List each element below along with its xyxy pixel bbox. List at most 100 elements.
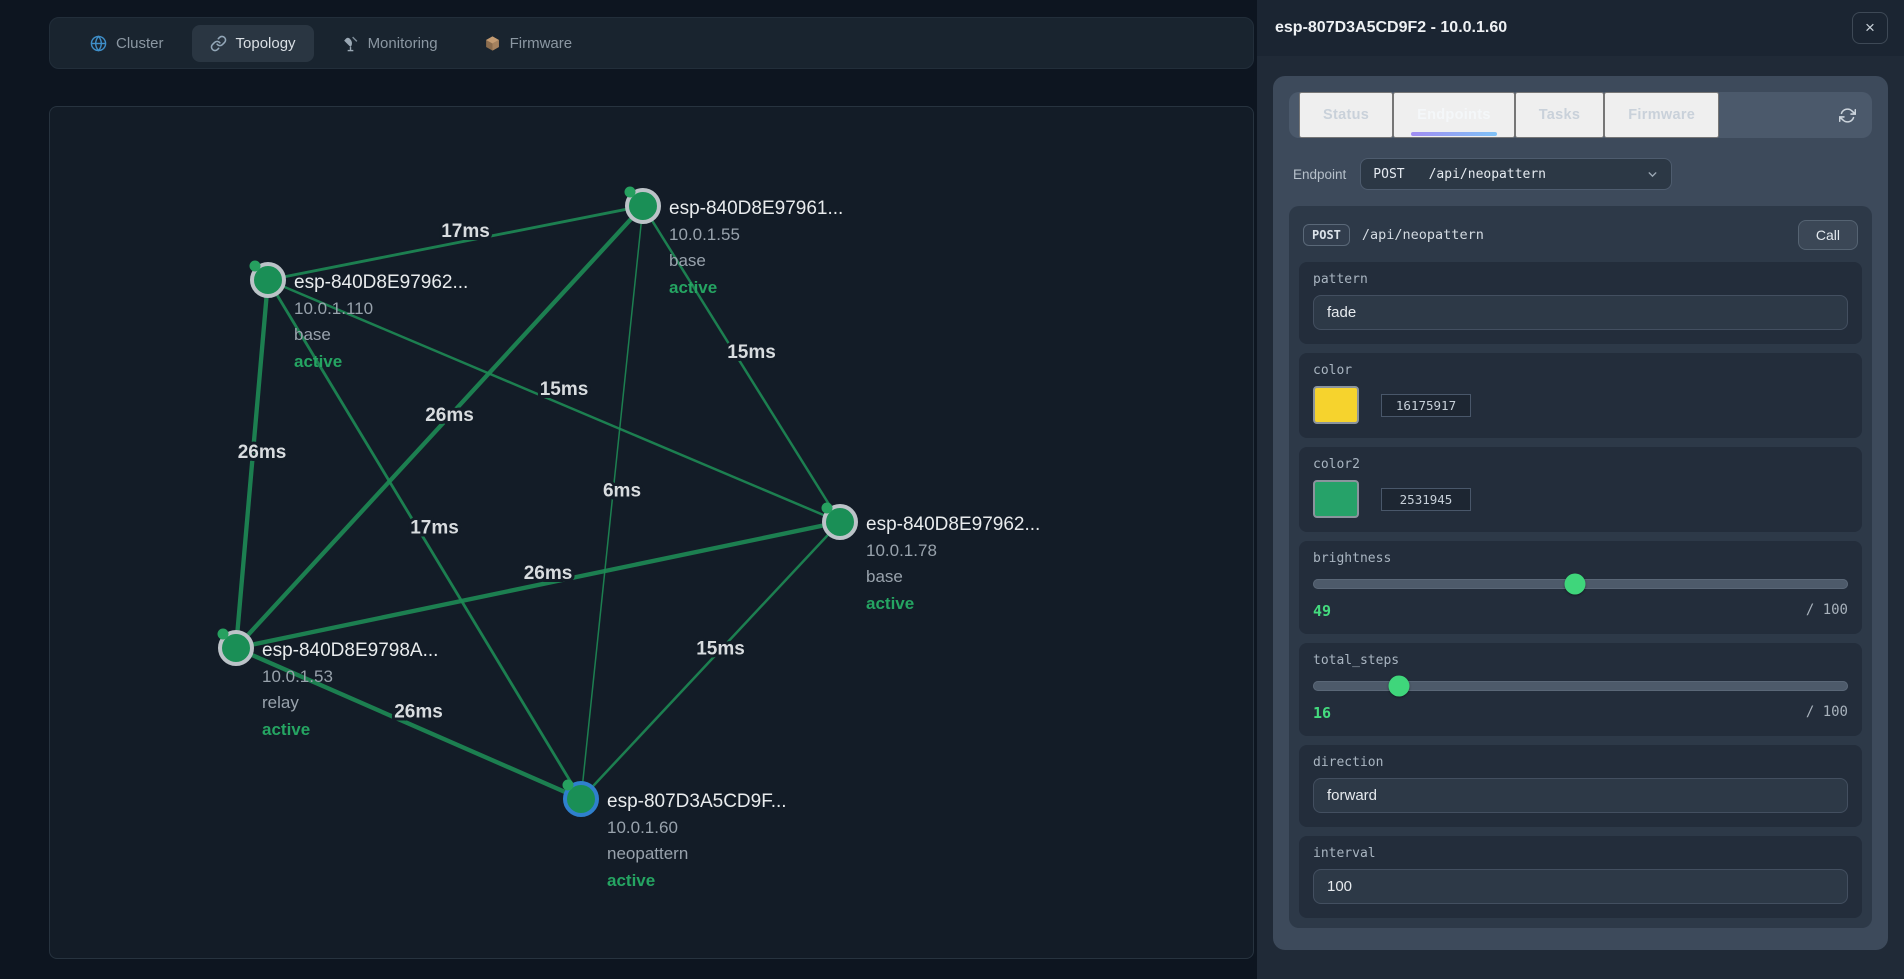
globe-icon <box>90 35 107 52</box>
node-dot <box>250 261 261 272</box>
field-card-brightness: brightness 49 / 100 <box>1299 541 1862 634</box>
panel-header: esp-807D3A5CD9F2 - 10.0.1.60 × <box>1257 0 1904 56</box>
field-label: pattern <box>1313 272 1848 287</box>
edge-latency-label: 15ms <box>727 342 776 363</box>
node-name: esp-840D8E97961... <box>669 198 843 219</box>
refresh-button[interactable] <box>1832 100 1862 130</box>
color-swatch[interactable] <box>1313 480 1359 518</box>
endpoint-selector-row: Endpoint POST /api/neopattern <box>1293 158 1868 190</box>
edge-latency-label: 6ms <box>603 481 641 502</box>
node-status: active <box>607 871 655 890</box>
node-status: active <box>294 352 342 371</box>
panel-title: esp-807D3A5CD9F2 - 10.0.1.60 <box>1275 19 1507 37</box>
field-card-pattern: pattern fade <box>1299 262 1862 344</box>
node-ip: 10.0.1.110 <box>294 299 373 318</box>
slider[interactable] <box>1313 676 1848 696</box>
field-text-input[interactable]: fade <box>1313 295 1848 330</box>
request-header: POST /api/neopattern Call <box>1299 216 1862 262</box>
node-role: base <box>866 567 903 586</box>
node-status: active <box>669 278 717 297</box>
panel-tab-bar: StatusEndpointsTasksFirmware <box>1289 92 1872 138</box>
slider-thumb[interactable] <box>1565 574 1586 595</box>
node-role: base <box>294 325 331 344</box>
slider[interactable] <box>1313 574 1848 594</box>
slider-thumb[interactable] <box>1388 676 1409 697</box>
node-name: esp-807D3A5CD9F... <box>607 791 787 812</box>
color-value-input[interactable]: 16175917 <box>1381 394 1471 417</box>
field-label: total_steps <box>1313 653 1848 668</box>
call-button[interactable]: Call <box>1798 220 1858 250</box>
field-label: interval <box>1313 846 1848 861</box>
request-path: /api/neopattern <box>1362 227 1484 243</box>
endpoint-select-method: POST <box>1373 167 1404 182</box>
field-card-total_steps: total_steps 16 / 100 <box>1299 643 1862 736</box>
panel-body: StatusEndpointsTasksFirmware Endpoint PO… <box>1257 56 1904 970</box>
top-navbar: Cluster Topology Monitoring Firmware <box>49 17 1254 69</box>
endpoint-select[interactable]: POST /api/neopattern <box>1360 158 1672 190</box>
node-role: relay <box>262 693 299 712</box>
edge-latency-label: 15ms <box>540 379 589 400</box>
node-ip: 10.0.1.78 <box>866 541 937 560</box>
topology-graph: 17ms15ms26ms6ms15ms26ms17ms26ms15ms26mse… <box>50 107 1254 959</box>
endpoint-select-path: /api/neopattern <box>1429 167 1546 182</box>
close-button[interactable]: × <box>1852 12 1888 44</box>
panel-content-card: StatusEndpointsTasksFirmware Endpoint PO… <box>1273 76 1888 950</box>
node-name: esp-840D8E97962... <box>866 514 1040 535</box>
node-dot <box>563 780 574 791</box>
node-role: neopattern <box>607 844 688 863</box>
node-dot <box>625 187 636 198</box>
slider-max-value: / 100 <box>1806 704 1848 722</box>
field-label: color2 <box>1313 457 1848 472</box>
method-badge: POST <box>1303 224 1350 246</box>
field-card-direction: direction forward <box>1299 745 1862 827</box>
slider-current-value: 49 <box>1313 602 1331 620</box>
node-ip: 10.0.1.55 <box>669 225 740 244</box>
edge-latency-label: 26ms <box>394 702 443 723</box>
graph-node-10.0.1.110[interactable]: esp-840D8E97962...10.0.1.110baseactive <box>250 261 469 372</box>
nav-item-monitoring[interactable]: Monitoring <box>324 25 456 62</box>
chevron-down-icon <box>1646 168 1659 181</box>
field-label: brightness <box>1313 551 1848 566</box>
field-card-color: color 16175917 <box>1299 353 1862 438</box>
field-card-interval: interval 100 <box>1299 836 1862 918</box>
tab-endpoints[interactable]: Endpoints <box>1393 92 1515 138</box>
endpoint-label: Endpoint <box>1293 167 1346 182</box>
node-role: base <box>669 251 706 270</box>
graph-edge <box>581 522 840 799</box>
graph-edge <box>236 522 840 648</box>
edge-latency-label: 26ms <box>238 442 287 463</box>
slider-current-value: 16 <box>1313 704 1331 722</box>
edge-latency-label: 17ms <box>410 518 459 539</box>
tab-firmware[interactable]: Firmware <box>1604 92 1719 138</box>
node-status: active <box>866 594 914 613</box>
graph-node-10.0.1.78[interactable]: esp-840D8E97962... 10.0.1.78 base active <box>822 503 1041 614</box>
node-ip: 10.0.1.53 <box>262 667 333 686</box>
node-ip: 10.0.1.60 <box>607 818 678 837</box>
field-label: direction <box>1313 755 1848 770</box>
graph-node-10.0.1.55[interactable]: esp-840D8E97961... 10.0.1.55 base active <box>625 187 844 298</box>
tab-status[interactable]: Status <box>1299 92 1393 138</box>
request-card: POST /api/neopattern Call pattern fade c… <box>1289 206 1872 928</box>
nav-item-topology[interactable]: Topology <box>192 25 314 62</box>
edge-latency-label: 26ms <box>524 563 573 584</box>
satellite-icon <box>342 35 359 52</box>
field-text-input[interactable]: 100 <box>1313 869 1848 904</box>
tab-tasks[interactable]: Tasks <box>1515 92 1605 138</box>
field-card-color2: color2 2531945 <box>1299 447 1862 532</box>
field-text-input[interactable]: forward <box>1313 778 1848 813</box>
graph-node-10.0.1.60[interactable]: esp-807D3A5CD9F... 10.0.1.60 neopattern act… <box>563 780 787 891</box>
node-dot <box>822 503 833 514</box>
topology-graph-card: 17ms15ms26ms6ms15ms26ms17ms26ms15ms26mse… <box>49 106 1254 959</box>
color-swatch[interactable] <box>1313 386 1359 424</box>
graph-edge <box>236 280 268 648</box>
nav-item-firmware[interactable]: Firmware <box>466 25 591 62</box>
edge-latency-label: 15ms <box>696 639 745 660</box>
refresh-icon <box>1839 107 1856 124</box>
node-name: esp-840D8E9798A... <box>262 640 438 661</box>
graph-edge <box>581 206 643 799</box>
edge-latency-label: 26ms <box>425 405 474 426</box>
device-detail-panel: esp-807D3A5CD9F2 - 10.0.1.60 × StatusEnd… <box>1257 0 1904 979</box>
color-value-input[interactable]: 2531945 <box>1381 488 1471 511</box>
nav-item-cluster[interactable]: Cluster <box>72 25 182 62</box>
request-fields: pattern fade color 16175917 color2 25319… <box>1299 262 1862 918</box>
